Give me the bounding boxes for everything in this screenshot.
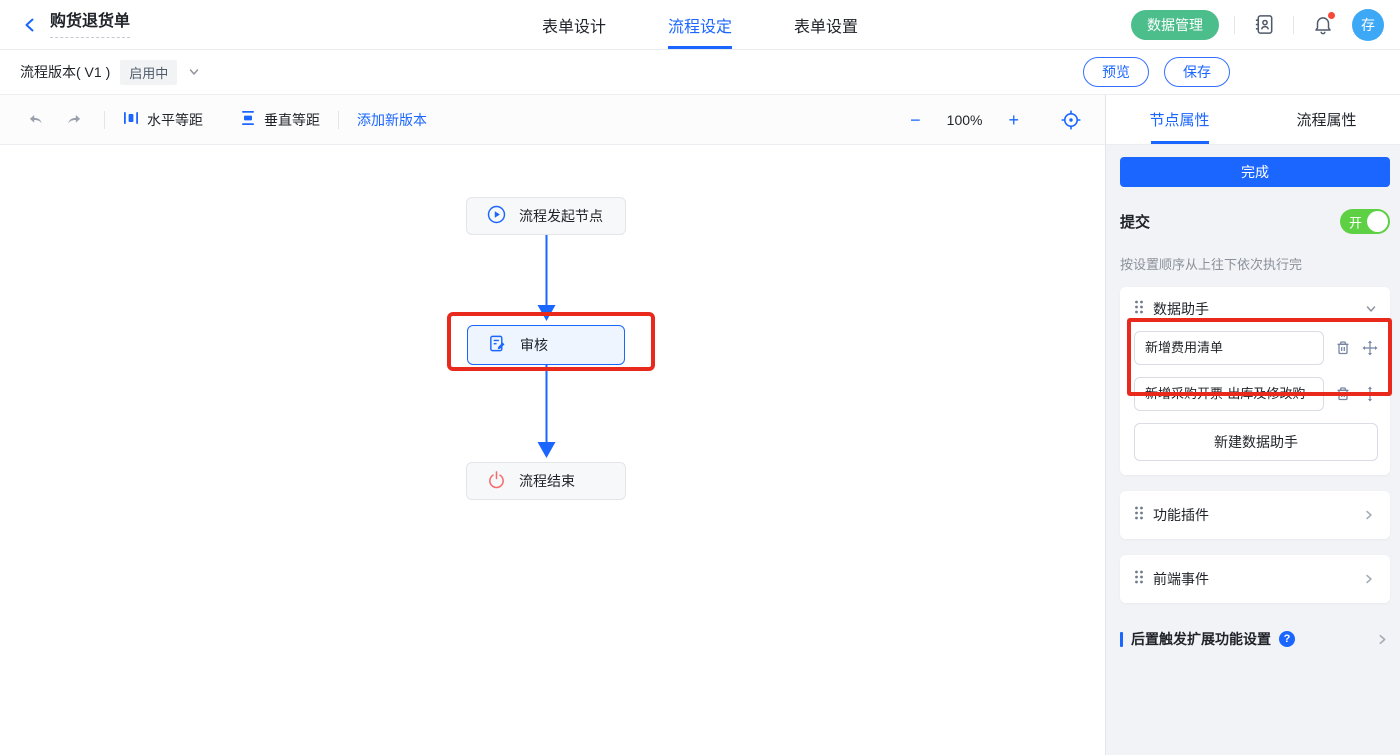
chevron-down-icon[interactable] [187,65,201,79]
distribute-vertical-label: 垂直等距 [264,110,320,130]
node-label: 审核 [520,335,548,355]
tab-flow-properties[interactable]: 流程属性 [1253,95,1400,144]
drag-handle-icon[interactable] [1134,506,1144,525]
toggle-knob [1367,211,1388,232]
zoom-out-button[interactable]: − [910,111,921,129]
power-icon [487,470,506,492]
version-actions: 预览 保存 [1083,50,1230,94]
zoom-in-button[interactable]: + [1008,111,1019,129]
zoom-level: 100% [947,112,983,128]
top-header: 购货退货单 表单设计 流程设定 表单设置 数据管理 [0,0,1400,50]
drag-handle-icon[interactable] [1134,570,1144,589]
move-icon[interactable] [1362,386,1378,402]
tab-form-design[interactable]: 表单设计 [542,0,606,49]
panel-body: 完成 提交 开 按设置顺序从上往下依次执行完 数据助手 [1106,145,1400,755]
chevron-right-icon [1362,572,1376,586]
distribute-horizontal-button[interactable]: 水平等距 [123,110,203,130]
create-assistant-button[interactable]: 新建数据助手 [1134,423,1378,461]
trash-icon[interactable] [1335,340,1351,356]
spacer [221,111,222,129]
version-label: 流程版本( V1 ) [20,62,110,82]
post-trigger-section[interactable]: 后置触发扩展功能设置 ? [1120,629,1390,649]
trash-icon[interactable] [1335,386,1351,402]
redo-icon[interactable] [62,108,86,132]
chevron-down-icon[interactable] [1364,302,1378,316]
divider [1234,16,1235,34]
play-circle-icon [487,205,506,227]
post-trigger-title: 后置触发扩展功能设置 [1131,629,1271,649]
drag-handle-icon[interactable] [1134,300,1144,319]
page-title[interactable]: 购货退货单 [50,12,130,38]
data-manage-button[interactable]: 数据管理 [1131,10,1219,40]
flow-connectors [0,145,1113,755]
add-version-link[interactable]: 添加新版本 [357,110,427,130]
tab-node-properties[interactable]: 节点属性 [1106,95,1253,144]
chevron-right-icon[interactable] [1375,632,1390,647]
undo-icon[interactable] [24,108,48,132]
avatar[interactable]: 存 [1352,9,1384,41]
distribute-vertical-icon [240,110,256,129]
data-assistant-card: 数据助手 新增费用清单 [1120,287,1390,475]
status-badge: 启用中 [120,60,177,85]
distribute-horizontal-icon [123,110,139,129]
properties-panel: 节点属性 流程属性 完成 提交 开 按设置顺序从上往下依次执行完 [1106,95,1400,755]
divider [104,111,105,129]
frontend-event-section[interactable]: 前端事件 [1120,555,1390,603]
header-tabs: 表单设计 流程设定 表单设置 [542,0,858,49]
data-assistant-title: 数据助手 [1153,299,1209,319]
plugin-section[interactable]: 功能插件 [1120,491,1390,539]
divider [1293,16,1294,34]
canvas-toolbar: 水平等距 垂直等距 添加新版本 − 100% + [0,95,1105,145]
header-actions: 数据管理 存 [1131,0,1384,49]
submit-toggle[interactable]: 开 [1340,209,1390,234]
contact-book-icon[interactable] [1250,11,1278,39]
node-label: 流程结束 [519,471,575,491]
toggle-on-label: 开 [1349,212,1362,231]
work-area: 水平等距 垂直等距 添加新版本 − 100% + [0,95,1106,755]
back-button[interactable] [22,17,38,33]
target-icon[interactable] [1059,108,1083,132]
preview-button[interactable]: 预览 [1083,57,1149,87]
frontend-event-title: 前端事件 [1153,569,1209,589]
distribute-horizontal-label: 水平等距 [147,110,203,130]
node-start[interactable]: 流程发起节点 [466,197,626,235]
assistant-item-row: 新增费用清单 [1134,331,1378,365]
bell-icon[interactable] [1309,11,1337,39]
plugin-section-title: 功能插件 [1153,505,1209,525]
panel-tabs: 节点属性 流程属性 [1106,95,1400,145]
save-button[interactable]: 保存 [1164,57,1230,87]
flow-canvas[interactable]: 流程发起节点 审核 [0,145,1105,755]
section-accent-bar [1120,632,1123,647]
node-label: 流程发起节点 [519,206,603,226]
notification-dot [1328,12,1335,19]
data-assistant-header[interactable]: 数据助手 [1134,299,1378,319]
back-chevron-icon [22,17,38,33]
help-icon[interactable]: ? [1279,631,1295,647]
assistant-item[interactable]: 新增采购开票-出库及修改购 [1134,377,1324,411]
version-bar: 流程版本( V1 ) 启用中 预览 保存 [0,50,1400,95]
tab-form-setting[interactable]: 表单设置 [794,0,858,49]
move-icon[interactable] [1362,340,1378,356]
chevron-right-icon [1362,508,1376,522]
page: 购货退货单 表单设计 流程设定 表单设置 数据管理 [0,0,1400,755]
main: 水平等距 垂直等距 添加新版本 − 100% + [0,95,1400,755]
assistant-item[interactable]: 新增费用清单 [1134,331,1324,365]
execution-hint: 按设置顺序从上往下依次执行完 [1120,254,1390,273]
node-approve[interactable]: 审核 [467,325,625,365]
distribute-vertical-button[interactable]: 垂直等距 [240,110,320,130]
tab-flow-setting[interactable]: 流程设定 [668,0,732,49]
divider [338,111,339,129]
done-button[interactable]: 完成 [1120,157,1390,187]
submit-label: 提交 [1120,211,1150,232]
assistant-item-row: 新增采购开票-出库及修改购 [1134,377,1378,411]
node-end[interactable]: 流程结束 [466,462,626,500]
zoom-controls: − 100% + [910,108,1083,132]
edit-document-icon [488,334,507,356]
submit-row: 提交 开 [1120,209,1390,234]
